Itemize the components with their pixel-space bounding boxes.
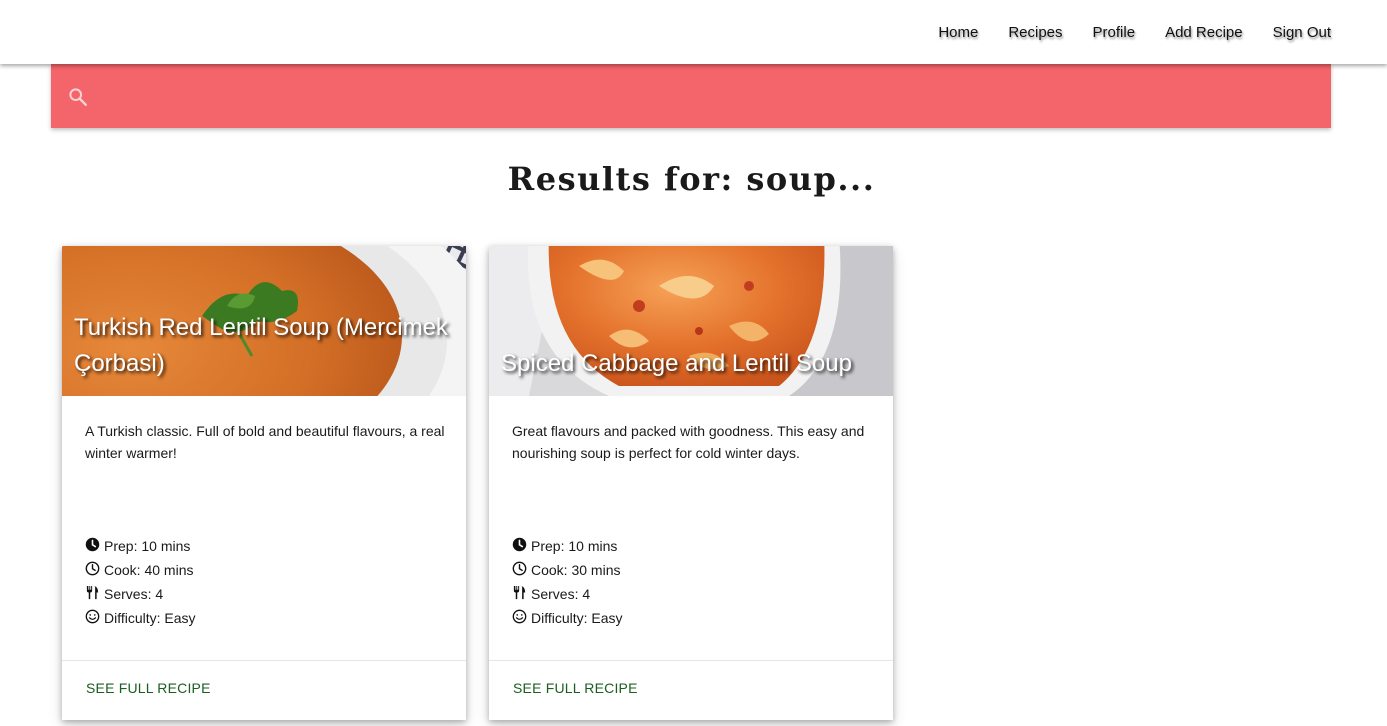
clock-outline-icon	[512, 561, 531, 579]
prep-time: Prep: 10 mins	[512, 534, 623, 558]
utensils-icon	[512, 585, 531, 603]
clock-filled-icon	[85, 537, 104, 555]
cook-time: Cook: 30 mins	[512, 558, 623, 582]
prep-text: Prep: 10 mins	[104, 538, 191, 554]
nav-link-add-recipe[interactable]: Add Recipe	[1165, 24, 1243, 41]
prep-time: Prep: 10 mins	[85, 534, 196, 558]
nav-link-sign-out[interactable]: Sign Out	[1273, 24, 1331, 41]
serves: Serves: 4	[85, 582, 196, 606]
recipe-description: Great flavours and packed with goodness.…	[512, 423, 865, 461]
serves-text: Serves: 4	[104, 586, 164, 602]
serves-text: Serves: 4	[531, 586, 591, 602]
see-full-recipe-link[interactable]: SEE FULL RECIPE	[86, 680, 211, 696]
difficulty: Difficulty: Easy	[512, 606, 623, 630]
serves: Serves: 4	[512, 582, 623, 606]
card-action: SEE FULL RECIPE	[62, 660, 466, 720]
cook-time: Cook: 40 mins	[85, 558, 196, 582]
nav-links: Home Recipes Profile Add Recipe Sign Out	[908, 0, 1331, 64]
utensils-icon	[85, 585, 104, 603]
search-icon[interactable]	[67, 86, 89, 108]
recipe-title: Spiced Cabbage and Lentil Soup	[501, 350, 852, 377]
recipe-image: Spiced Cabbage and Lentil Soup	[489, 246, 893, 396]
recipe-card: Turkish Red Lentil Soup (Mercimek Çorbas…	[62, 246, 466, 720]
difficulty-text: Difficulty: Easy	[104, 610, 196, 626]
search-bar	[51, 64, 1331, 128]
prep-text: Prep: 10 mins	[531, 538, 618, 554]
smile-icon	[512, 609, 531, 627]
card-action: SEE FULL RECIPE	[489, 660, 893, 720]
clock-outline-icon	[85, 561, 104, 579]
recipe-title: Turkish Red Lentil Soup (Mercimek Çorbas…	[74, 314, 448, 377]
recipe-meta: Prep: 10 mins Cook: 40 mins Serves: 4 Di…	[85, 534, 196, 630]
recipe-image: Turkish Red Lentil Soup (Mercimek Çorbas…	[62, 246, 466, 396]
clock-filled-icon	[512, 537, 531, 555]
recipe-description: A Turkish classic. Full of bold and beau…	[85, 423, 445, 461]
see-full-recipe-link[interactable]: SEE FULL RECIPE	[513, 680, 638, 696]
nav-link-profile[interactable]: Profile	[1093, 24, 1136, 41]
nav-link-recipes[interactable]: Recipes	[1008, 24, 1062, 41]
navbar: Home Recipes Profile Add Recipe Sign Out	[0, 0, 1387, 64]
recipe-card: Spiced Cabbage and Lentil Soup Great fla…	[489, 246, 893, 720]
smile-icon	[85, 609, 104, 627]
cook-text: Cook: 40 mins	[104, 562, 194, 578]
recipe-meta: Prep: 10 mins Cook: 30 mins Serves: 4 Di…	[512, 534, 623, 630]
nav-link-home[interactable]: Home	[938, 24, 978, 41]
difficulty-text: Difficulty: Easy	[531, 610, 623, 626]
cook-text: Cook: 30 mins	[531, 562, 621, 578]
search-input[interactable]	[101, 76, 1311, 116]
results-title: Results for: soup...	[507, 160, 876, 198]
difficulty: Difficulty: Easy	[85, 606, 196, 630]
